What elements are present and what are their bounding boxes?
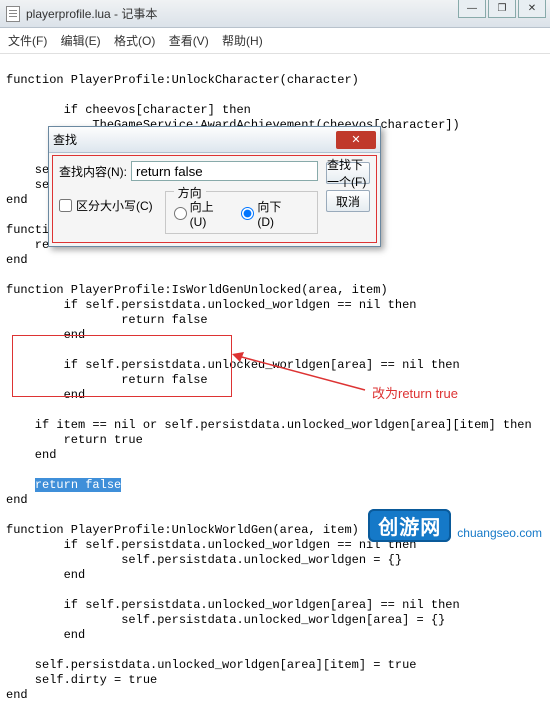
dialog-highlight-box bbox=[52, 155, 377, 243]
menu-file[interactable]: 文件(F) bbox=[8, 34, 47, 48]
window-titlebar: playerprofile.lua - 记事本 — ❐ ✕ bbox=[0, 0, 550, 28]
close-button[interactable]: ✕ bbox=[518, 0, 546, 18]
menu-help[interactable]: 帮助(H) bbox=[222, 34, 263, 48]
menu-format[interactable]: 格式(O) bbox=[114, 34, 155, 48]
maximize-button[interactable]: ❐ bbox=[488, 0, 516, 18]
window-title: playerprofile.lua - 记事本 bbox=[26, 5, 157, 22]
menu-view[interactable]: 查看(V) bbox=[169, 34, 209, 48]
watermark-logo: 创游网 chuangseo.com bbox=[368, 509, 542, 542]
dialog-title: 查找 bbox=[53, 131, 77, 148]
selected-text: return false bbox=[35, 478, 121, 492]
find-dialog: 查找 ✕ 查找内容(N): 区分大小写(C) 方向 向上(U) 向下(D) bbox=[48, 126, 381, 247]
minimize-button[interactable]: — bbox=[458, 0, 486, 18]
logo-text: 创游网 bbox=[368, 509, 451, 542]
dialog-close-button[interactable]: ✕ bbox=[336, 131, 376, 149]
menu-bar: 文件(F) 编辑(E) 格式(O) 查看(V) 帮助(H) bbox=[0, 28, 550, 54]
document-icon bbox=[6, 6, 20, 22]
menu-edit[interactable]: 编辑(E) bbox=[61, 34, 101, 48]
logo-subtext: chuangseo.com bbox=[457, 526, 542, 540]
annotation-text: 改为return true bbox=[372, 383, 458, 402]
dialog-titlebar[interactable]: 查找 ✕ bbox=[49, 127, 380, 153]
